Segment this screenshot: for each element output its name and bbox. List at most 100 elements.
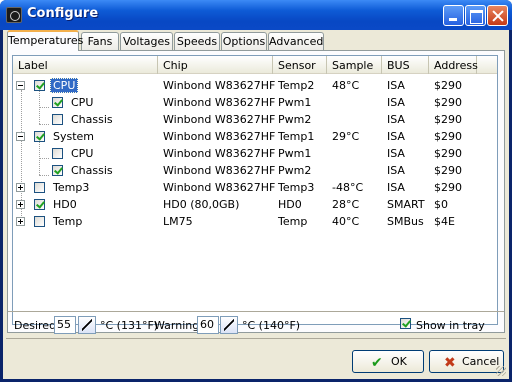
list-header: Label Chip Sensor Sample BUS Address xyxy=(13,56,497,74)
warning-spin-button[interactable] xyxy=(220,316,238,334)
table-row[interactable]: Temp LM75 Temp 40°C SMBus $4E xyxy=(13,213,497,230)
row-checkbox[interactable] xyxy=(52,165,63,176)
row-sample: 48°C xyxy=(332,79,360,92)
row-bus: ISA xyxy=(387,113,405,126)
temperatures-panel: Label Chip Sensor Sample BUS Address CPU… xyxy=(7,50,505,333)
row-label: CPU xyxy=(71,96,94,109)
button-separator xyxy=(6,338,506,339)
desired-unit-label: °C (131°F) xyxy=(100,319,159,332)
close-button[interactable] xyxy=(487,5,508,26)
expand-icon[interactable] xyxy=(16,183,25,192)
row-address: $0 xyxy=(434,198,448,211)
row-bus: ISA xyxy=(387,164,405,177)
table-row[interactable]: System Winbond W83627HF Temp1 29°C ISA $290 xyxy=(13,128,497,145)
row-sensor: Temp1 xyxy=(278,130,315,143)
cancel-button[interactable]: ✖ Cancel xyxy=(429,350,504,373)
expand-icon[interactable] xyxy=(16,217,25,226)
row-label: System xyxy=(53,130,95,143)
show-in-tray-checkbox[interactable] xyxy=(400,318,411,329)
row-label: CPU xyxy=(71,147,94,160)
table-row[interactable]: Chassis Winbond W83627HF Pwm2 ISA $290 xyxy=(13,111,497,128)
row-checkbox[interactable] xyxy=(34,80,45,91)
row-chip: Winbond W83627HF xyxy=(163,181,276,194)
column-header-sample[interactable]: Sample xyxy=(327,56,382,74)
table-row[interactable]: Temp3 Winbond W83627HF Temp3 -48°C ISA $290 xyxy=(13,179,497,196)
row-chip: HD0 (80,0GB) xyxy=(163,198,240,211)
row-checkbox[interactable] xyxy=(34,216,45,227)
row-address: $290 xyxy=(434,164,462,177)
row-address: $290 xyxy=(434,130,462,143)
desired-label: Desired xyxy=(14,319,57,332)
ok-button[interactable]: ✔ OK xyxy=(352,350,424,373)
row-bus: ISA xyxy=(387,181,405,194)
row-checkbox[interactable] xyxy=(52,97,63,108)
show-in-tray-label: Show in tray xyxy=(416,319,485,332)
row-label: CPU xyxy=(50,78,79,93)
row-chip: LM75 xyxy=(163,215,193,228)
tab-options[interactable]: Options xyxy=(221,32,267,50)
resize-grip[interactable] xyxy=(496,366,506,376)
row-address: $290 xyxy=(434,113,462,126)
row-sample: 28°C xyxy=(332,198,360,211)
sensor-tree-list[interactable]: Label Chip Sensor Sample BUS Address CPU… xyxy=(12,55,498,325)
column-header-sensor[interactable]: Sensor xyxy=(273,56,327,74)
column-header-address[interactable]: Address xyxy=(429,56,478,74)
tab-voltages[interactable]: Voltages xyxy=(120,32,173,50)
row-chip: Winbond W83627HF xyxy=(163,164,276,177)
tab-advanced[interactable]: Advanced xyxy=(268,32,324,50)
row-checkbox[interactable] xyxy=(34,182,45,193)
row-bus: ISA xyxy=(387,130,405,143)
collapse-icon[interactable] xyxy=(16,132,25,141)
expand-icon[interactable] xyxy=(16,200,25,209)
row-address: $290 xyxy=(434,147,462,160)
row-sensor: Temp xyxy=(278,215,308,228)
row-bus: SMART xyxy=(387,198,425,211)
desired-spin-button[interactable] xyxy=(78,316,96,334)
row-address: $4E xyxy=(434,215,455,228)
threshold-bar: Desired 55 °C (131°F) Warning 60 °C (140… xyxy=(8,311,504,337)
warning-label: Warning xyxy=(154,319,200,332)
row-label: Chassis xyxy=(71,113,113,126)
tab-speeds[interactable]: Speeds xyxy=(174,32,220,50)
row-label: Temp xyxy=(53,215,83,228)
table-row[interactable]: CPU Winbond W83627HF Pwm1 ISA $290 xyxy=(13,94,497,111)
tab-fans[interactable]: Fans xyxy=(81,32,119,50)
row-sensor: Pwm1 xyxy=(278,96,312,109)
row-chip: Winbond W83627HF xyxy=(163,147,276,160)
table-row[interactable]: CPU Winbond W83627HF Temp2 48°C ISA $290 xyxy=(13,77,497,94)
dialog-client-area: Temperatures Fans Voltages Speeds Option… xyxy=(3,30,509,379)
row-sample: 40°C xyxy=(332,215,360,228)
column-header-chip[interactable]: Chip xyxy=(158,56,273,74)
row-label: Temp3 xyxy=(53,181,90,194)
row-address: $290 xyxy=(434,79,462,92)
title-bar[interactable]: Configure xyxy=(0,0,512,30)
row-sensor: Pwm2 xyxy=(278,164,312,177)
row-label: HD0 xyxy=(53,198,77,211)
row-sensor: Temp2 xyxy=(278,79,315,92)
row-label: Chassis xyxy=(71,164,113,177)
row-sample: 29°C xyxy=(332,130,360,143)
table-row[interactable]: CPU Winbond W83627HF Pwm1 ISA $290 xyxy=(13,145,497,162)
desired-temp-input[interactable]: 55 xyxy=(54,316,76,334)
tab-temperatures[interactable]: Temperatures xyxy=(7,30,83,51)
column-header-bus[interactable]: BUS xyxy=(382,56,429,74)
row-sample: -48°C xyxy=(332,181,364,194)
row-address: $290 xyxy=(434,96,462,109)
maximize-button[interactable] xyxy=(465,5,486,26)
x-icon: ✖ xyxy=(444,355,456,371)
table-row[interactable]: HD0 HD0 (80,0GB) HD0 28°C SMART $0 xyxy=(13,196,497,213)
table-row[interactable]: Chassis Winbond W83627HF Pwm2 ISA $290 xyxy=(13,162,497,179)
row-checkbox[interactable] xyxy=(34,131,45,142)
row-checkbox[interactable] xyxy=(52,114,63,125)
row-sensor: Pwm2 xyxy=(278,113,312,126)
row-checkbox[interactable] xyxy=(34,199,45,210)
minimize-button[interactable] xyxy=(443,5,464,26)
collapse-icon[interactable] xyxy=(16,81,25,90)
column-header-label[interactable]: Label xyxy=(13,56,158,74)
warning-temp-input[interactable]: 60 xyxy=(197,316,219,334)
row-sensor: Pwm1 xyxy=(278,147,312,160)
row-bus: SMBus xyxy=(387,215,424,228)
row-bus: ISA xyxy=(387,96,405,109)
row-checkbox[interactable] xyxy=(52,148,63,159)
row-sensor: HD0 xyxy=(278,198,302,211)
